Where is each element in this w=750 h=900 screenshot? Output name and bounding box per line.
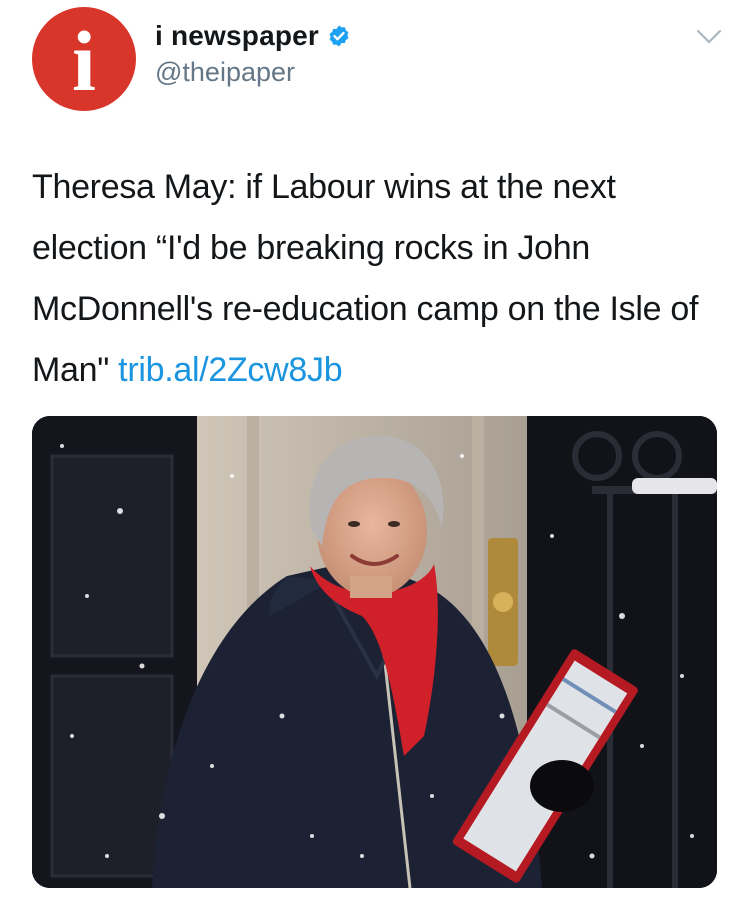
- verified-badge-icon: [329, 25, 349, 47]
- tweet-text: Theresa May: if Labour wins at the next …: [32, 157, 722, 401]
- display-name[interactable]: i newspaper: [155, 20, 319, 52]
- tweet-photo[interactable]: [32, 416, 717, 888]
- tweet-link[interactable]: trib.al/2Zcw8Jb: [118, 351, 342, 389]
- avatar[interactable]: i: [32, 7, 136, 111]
- account-names: i newspaper @theipaper: [155, 20, 351, 88]
- chevron-down-icon[interactable]: [696, 28, 722, 46]
- photo-image: [32, 416, 717, 888]
- display-name-row: i newspaper: [155, 20, 351, 52]
- account-handle[interactable]: @theipaper: [155, 57, 351, 88]
- tweet-header: i i newspaper @theipaper: [0, 0, 750, 120]
- avatar-letter: i: [72, 13, 96, 109]
